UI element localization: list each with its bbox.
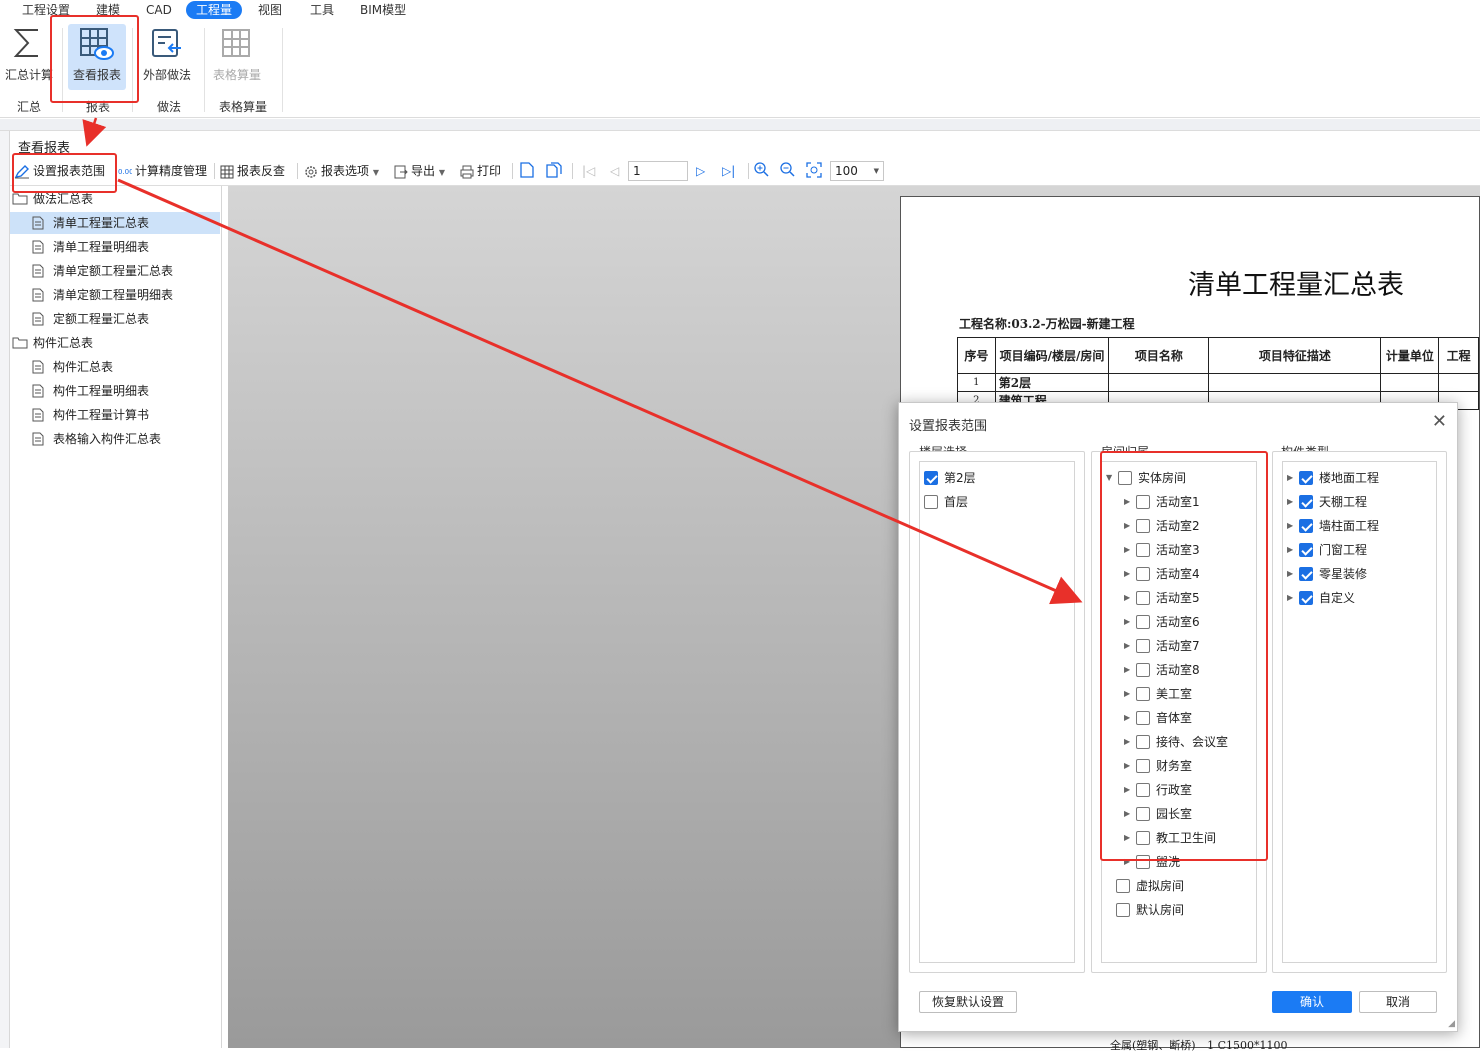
annotation-arrow-2 [117,178,1083,605]
annotation-arrows [82,117,1083,605]
annotation-arrow-1 [82,117,107,147]
